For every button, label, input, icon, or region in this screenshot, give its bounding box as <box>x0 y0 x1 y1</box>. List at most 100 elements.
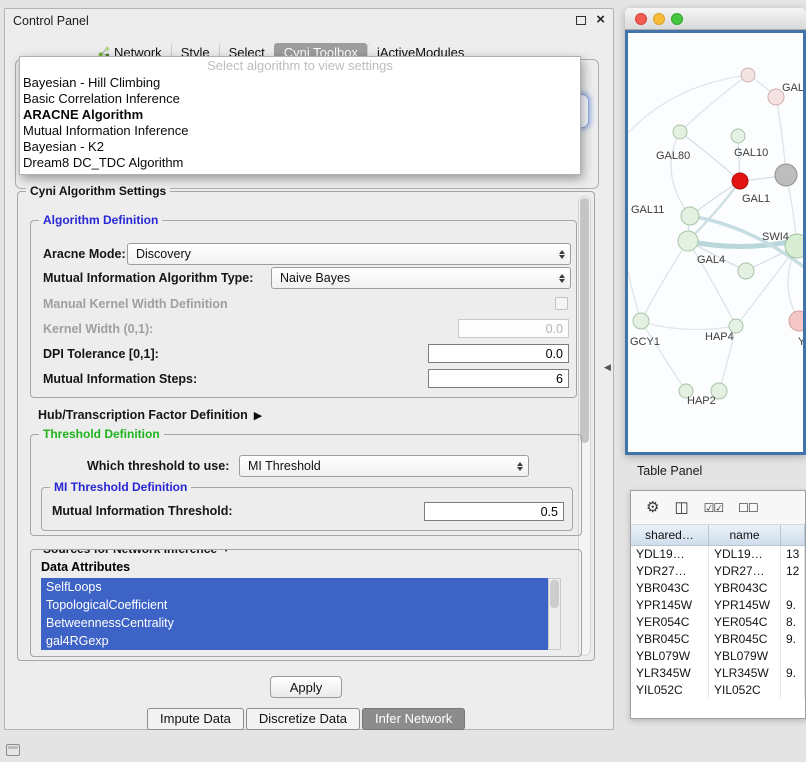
columns-icon[interactable]: ◫ <box>674 500 688 515</box>
bottom-tab-strip: Impute DataDiscretize DataInfer Network <box>147 708 465 730</box>
header-cell[interactable] <box>781 525 805 545</box>
manual-kernel-label: Manual Kernel Width Definition <box>43 293 228 315</box>
network-node[interactable] <box>789 311 803 331</box>
select-unchecked-icon[interactable]: ☐☐ <box>738 502 758 514</box>
network-edge[interactable] <box>641 321 686 391</box>
network-edge[interactable] <box>671 132 690 216</box>
mi-type-select[interactable]: Naive Bayes <box>271 267 571 289</box>
network-window: GALGAL80GAL10GAL11GAL1SWI4GAL4GCY1HAP4HA… <box>625 8 806 455</box>
header-cell[interactable]: shared… <box>631 525 709 545</box>
table-row[interactable]: YER054CYER054C8. <box>631 614 805 631</box>
table-row[interactable]: YBR043CYBR043C <box>631 580 805 597</box>
select-checked-icon[interactable]: ☑☑ <box>704 502 724 514</box>
table-cell: YER054C <box>709 614 781 631</box>
hub-definition-toggle[interactable]: Hub/Transcription Factor Definition ▶ <box>38 404 262 426</box>
algorithm-definition-title: Algorithm Definition <box>39 213 162 227</box>
control-panel-title: Control Panel <box>13 9 89 33</box>
table-cell: 13 <box>781 546 805 563</box>
mi-threshold-input[interactable] <box>424 502 564 521</box>
float-icon[interactable] <box>576 16 586 25</box>
panel-collapse-handle[interactable]: ◀ <box>604 362 611 373</box>
table-cell: YDR27… <box>631 563 709 580</box>
threshold-definition-group: Threshold Definition Which threshold to … <box>30 434 582 536</box>
mi-steps-input[interactable] <box>428 369 569 388</box>
network-node[interactable] <box>738 263 754 279</box>
aracne-mode-value: Discovery <box>128 247 554 261</box>
control-panel-window: Control Panel × NetworkStyleSelectCyni T… <box>4 8 614 730</box>
attribute-item[interactable]: gal4RGexp <box>41 632 548 650</box>
table-cell: YDL19… <box>631 546 709 563</box>
network-edge[interactable] <box>641 321 736 330</box>
scrollbar-thumb[interactable] <box>550 580 559 608</box>
expand-arrow-icon: ▶ <box>254 409 262 422</box>
algorithm-option[interactable]: Dream8 DC_TDC Algorithm <box>20 155 580 171</box>
algorithm-option[interactable]: Bayesian - Hill Climbing <box>20 75 580 91</box>
minimized-panel-icon[interactable] <box>6 744 20 756</box>
attribute-item[interactable]: BetweennessCentrality <box>41 614 548 632</box>
network-edge[interactable] <box>641 241 688 321</box>
gear-icon[interactable]: ⚙ <box>646 500 659 515</box>
network-node[interactable] <box>732 173 748 189</box>
combo-arrows-icon <box>554 250 570 259</box>
close-icon[interactable]: × <box>596 11 605 28</box>
node-label: GAL1 <box>742 193 770 205</box>
table-cell: 9. <box>781 597 805 614</box>
network-node[interactable] <box>681 207 699 225</box>
attributes-list-scrollbar[interactable] <box>548 578 561 650</box>
network-node[interactable] <box>673 125 687 139</box>
bottom-tab-impute-data[interactable]: Impute Data <box>147 708 244 730</box>
table-row[interactable]: YPR145WYPR145W9. <box>631 597 805 614</box>
aracne-mode-select[interactable]: Discovery <box>127 243 571 265</box>
table-row[interactable]: YDR27…YDR27…12 <box>631 563 805 580</box>
algorithm-dropdown-popup: Select algorithm to view settings Bayesi… <box>19 56 581 175</box>
which-threshold-value: MI Threshold <box>240 459 512 473</box>
table-panel-title: Table Panel <box>637 464 702 478</box>
dpi-tolerance-label: DPI Tolerance [0,1]: <box>43 343 159 365</box>
apply-button[interactable]: Apply <box>270 676 342 698</box>
network-node[interactable] <box>775 164 797 186</box>
algorithm-option[interactable]: Bayesian - K2 <box>20 139 580 155</box>
collapse-arrow-icon[interactable]: ▼ <box>221 549 231 555</box>
table-cell: YPR145W <box>631 597 709 614</box>
header-cell[interactable]: name <box>709 525 781 545</box>
table-row[interactable]: YBL079WYBL079W <box>631 648 805 665</box>
algorithm-option[interactable]: Basic Correlation Inference <box>20 91 580 107</box>
combo-arrows-icon <box>554 274 570 283</box>
network-node[interactable] <box>731 129 745 143</box>
settings-group-title: Cyni Algorithm Settings <box>26 184 170 198</box>
network-node[interactable] <box>633 313 649 329</box>
mi-threshold-label: Mutual Information Threshold: <box>52 500 233 522</box>
table-row[interactable]: YBR045CYBR045C9. <box>631 631 805 648</box>
mi-steps-label: Mutual Information Steps: <box>43 368 197 390</box>
table-row[interactable]: YDL19…YDL19…13 <box>631 546 805 563</box>
scrollbar-thumb[interactable] <box>580 198 589 443</box>
table-cell: YBL079W <box>631 648 709 665</box>
bottom-tab-discretize-data[interactable]: Discretize Data <box>246 708 360 730</box>
node-label: Y <box>798 336 803 348</box>
attribute-item[interactable]: TopologicalCoefficient <box>41 596 548 614</box>
table-cell: YBR045C <box>631 631 709 648</box>
zoom-button[interactable] <box>671 13 683 25</box>
network-node[interactable] <box>741 68 755 82</box>
combo-arrows-icon <box>512 462 528 471</box>
bottom-tab-infer-network[interactable]: Infer Network <box>362 708 465 730</box>
network-node[interactable] <box>678 231 698 251</box>
table-cell: YER054C <box>631 614 709 631</box>
table-row[interactable]: YLR345WYLR345W9. <box>631 665 805 682</box>
close-button[interactable] <box>635 13 647 25</box>
table-row[interactable]: YIL052CYIL052C <box>631 682 805 699</box>
minimize-button[interactable] <box>653 13 665 25</box>
algorithm-option[interactable]: ARACNE Algorithm <box>20 107 580 123</box>
table-cell: YPR145W <box>709 597 781 614</box>
kernel-width-label: Kernel Width (0,1): <box>43 318 153 340</box>
node-label: HAP2 <box>687 395 716 407</box>
table-cell: YDR27… <box>709 563 781 580</box>
network-canvas[interactable]: GALGAL80GAL10GAL11GAL1SWI4GAL4GCY1HAP4HA… <box>628 33 803 452</box>
which-threshold-select[interactable]: MI Threshold <box>239 455 529 477</box>
network-edge[interactable] <box>680 75 748 132</box>
algorithm-option[interactable]: Mutual Information Inference <box>20 123 580 139</box>
network-edge[interactable] <box>776 97 786 175</box>
dpi-tolerance-input[interactable] <box>428 344 569 363</box>
table-cell: YLR345W <box>631 665 709 682</box>
attribute-item[interactable]: SelfLoops <box>41 578 548 596</box>
